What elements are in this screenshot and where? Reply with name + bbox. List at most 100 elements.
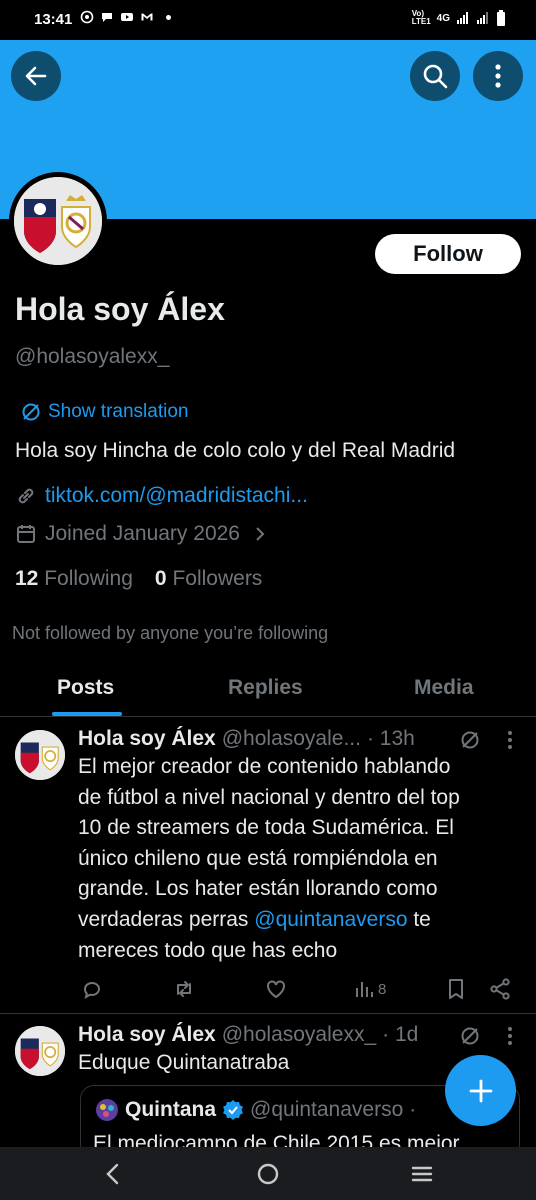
joined-text: Joined January 2026 [45,522,240,545]
whatsapp-icon [80,10,94,24]
profile-link[interactable]: tiktok.com/@madridistachi... [15,484,308,508]
post-more-icon[interactable] [506,730,514,750]
signal-icon [457,12,468,24]
post-text-line: mereces todo que has echo [78,938,338,962]
club-crests-image [14,177,102,265]
following-label: Following [44,567,133,590]
club-crests-image [15,730,65,780]
post-avatar[interactable] [15,730,65,780]
like-button[interactable] [264,977,288,1001]
recents-icon [411,1166,433,1182]
chevron-left-icon [106,1163,119,1185]
not-followed-notice: Not followed by anyone you’re following [12,623,329,643]
back-button[interactable] [11,51,61,101]
profile-handle: @holasoyalexx_ [15,345,170,368]
followers-stat[interactable]: 0 Followers [155,567,262,591]
post-header: Hola soy Álex @holasoyale... · 13h [78,727,415,751]
post-text-line: 10 de streamers de toda Sudamérica. El [78,816,454,840]
post-time[interactable]: · 1d [382,1023,418,1047]
show-translation-label: Show translation [48,401,189,422]
chevron-right-icon [256,527,265,541]
followers-label: Followers [172,567,263,590]
quoted-post-header: Quintana @quintanaverso · [95,1098,416,1122]
post-text: El mejor creador de contenido hablando d… [78,752,524,966]
quoted-author-name: Quintana [125,1098,217,1121]
reply-button[interactable] [80,977,104,1001]
repost-icon [177,981,191,997]
post-author-handle[interactable]: @holasoyale... [222,727,361,751]
mention-link[interactable]: @quintanaverso [254,908,407,931]
post-actions: 8 [78,975,518,1005]
following-stat[interactable]: 12 Following [15,567,133,591]
post-text-line: verdaderas perras @quintanaverso te [78,905,524,936]
translate-icon [461,1027,479,1045]
post-text-line: grande. Los hater están llorando como [78,877,438,901]
plus-icon [469,1079,492,1102]
post-text-fragment: te [407,907,431,931]
gmail-icon [141,13,153,21]
share-icon [490,978,510,1000]
views-count: 8 [378,980,387,998]
post-text-fragment: verdaderas perras [78,907,255,931]
post-text-line: de fútbol a nivel nacional y dentro del … [78,785,460,809]
notification-icons [80,10,171,24]
system-navigation-bar [0,1147,536,1200]
club-crests-image [15,1026,65,1076]
views-button[interactable]: 8 [354,979,386,999]
bookmark-button[interactable] [444,977,468,1001]
active-tab-indicator [52,712,122,716]
avatar [14,177,102,265]
volte-icon: Vo) LTE1 [411,9,431,26]
system-back-button[interactable] [98,1159,128,1189]
post-author-handle[interactable]: @holasoyalexx_ [222,1023,376,1047]
translate-icon [22,403,40,421]
quoted-time: · [409,1098,417,1121]
youtube-icon [121,13,133,21]
profile-avatar-frame[interactable] [9,172,107,270]
more-notifications-dot [166,14,171,20]
battery-icon [497,10,505,26]
arrow-left-icon [25,66,47,86]
show-translation-link[interactable]: Show translation [20,401,188,423]
post-header: Hola soy Álex @holasoyalexx_ · 1d [78,1023,418,1047]
post-time[interactable]: · 13h [367,727,415,751]
translate-icon [461,731,479,749]
home-circle-icon [257,1163,279,1185]
post-author-name[interactable]: Hola soy Álex [78,1023,216,1047]
status-time: 13:41 [34,11,73,28]
repost-button[interactable] [172,977,196,1001]
post-text-line: El mejor creador de contenido hablando [78,755,451,778]
profile-bio: Hola soy Hincha de colo colo y del Real … [15,439,456,462]
quoted-author-handle: @quintanaverso [250,1098,404,1121]
chat-icon [102,13,112,22]
views-icon [356,982,373,997]
status-bar: 13:41 Vo) LTE1 4G [0,0,536,40]
verified-badge-icon [223,1100,243,1120]
follow-button[interactable]: Follow [375,234,521,274]
post-more-icon[interactable] [506,1026,514,1046]
post-author-name[interactable]: Hola soy Álex [78,727,216,751]
joined-date[interactable]: Joined January 2026 [15,522,268,546]
share-button[interactable] [488,977,512,1001]
tab-media[interactable]: Media [414,676,474,700]
heart-icon [267,980,285,999]
system-recents-button[interactable] [407,1159,437,1189]
calendar-icon [17,525,35,543]
system-indicators: Vo) LTE1 4G [412,10,506,26]
more-options-button[interactable] [473,51,523,101]
tab-replies[interactable]: Replies [228,676,303,700]
search-button[interactable] [410,51,460,101]
kebab-menu-icon [495,64,501,88]
follow-stats: 12 Following 0 Followers [15,567,262,591]
profile-display-name: Hola soy Álex [15,291,225,327]
tab-posts[interactable]: Posts [57,676,114,700]
signal-icon-2 [477,12,488,24]
post-avatar[interactable] [15,1026,65,1076]
followers-count: 0 [154,567,167,590]
compose-post-button[interactable] [445,1055,516,1126]
network-type: 4G [436,12,450,24]
search-icon [423,64,448,89]
following-count: 12 [15,567,39,590]
system-home-button[interactable] [253,1159,283,1189]
post-divider [0,1013,536,1014]
